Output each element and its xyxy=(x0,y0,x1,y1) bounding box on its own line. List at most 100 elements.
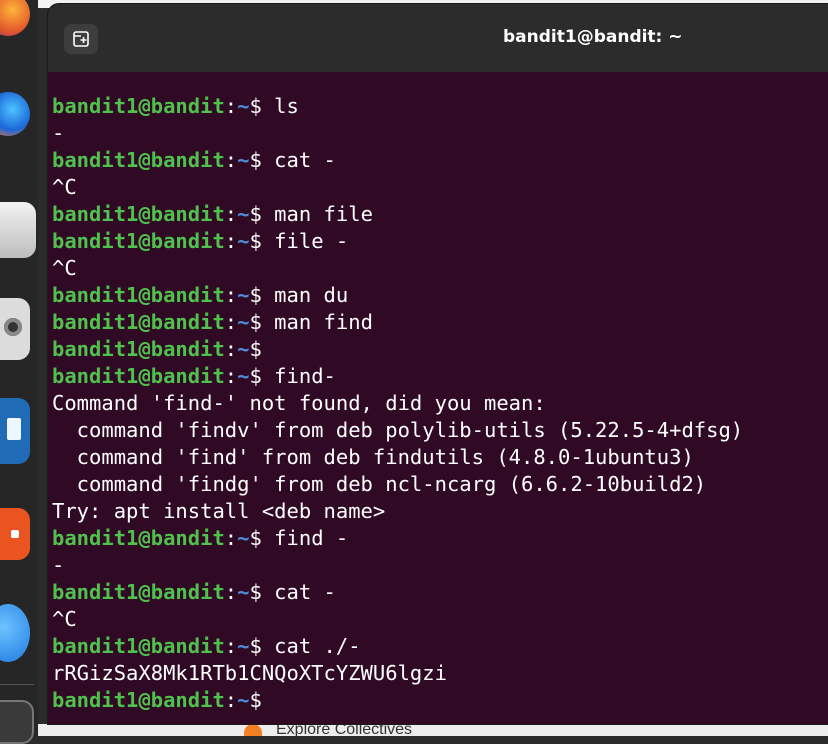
output-text: ^C xyxy=(52,607,77,631)
prompt-line: bandit1@bandit:~$ man du xyxy=(52,282,828,309)
prompt-separator: : xyxy=(224,580,238,604)
output-line: command 'findg' from deb ncl-ncarg (6.6.… xyxy=(52,471,828,498)
files-dock-icon[interactable] xyxy=(0,202,36,258)
firefox-browser-dock-icon[interactable] xyxy=(0,92,30,136)
prompt-path: ~ xyxy=(237,148,250,172)
prompt-user: bandit1@bandit xyxy=(52,310,225,334)
prompt-symbol: $ xyxy=(249,202,262,226)
prompt-user: bandit1@bandit xyxy=(52,526,225,550)
prompt-path: ~ xyxy=(237,580,250,604)
prompt-separator: : xyxy=(224,148,238,172)
stackoverflow-icon xyxy=(244,724,262,736)
prompt-user: bandit1@bandit xyxy=(52,202,225,226)
prompt-path: ~ xyxy=(237,202,250,226)
prompt-path: ~ xyxy=(237,229,250,253)
prompt-path: ~ xyxy=(237,634,250,658)
output-text: command 'findg' from deb ncl-ncarg (6.6.… xyxy=(52,472,707,496)
output-line: - xyxy=(52,120,828,147)
prompt-separator: : xyxy=(224,283,238,307)
prompt-user: bandit1@bandit xyxy=(52,337,225,361)
command-text: man file xyxy=(261,202,373,226)
terminal-dock-icon[interactable] xyxy=(0,700,34,744)
prompt-symbol: $ xyxy=(249,634,262,658)
prompt-separator: : xyxy=(224,337,238,361)
prompt-path: ~ xyxy=(237,94,250,118)
command-text: find - xyxy=(261,526,349,550)
prompt-path: ~ xyxy=(237,364,250,388)
prompt-user: bandit1@bandit xyxy=(52,634,225,658)
prompt-separator: : xyxy=(224,526,238,550)
terminal-output[interactable]: bandit1@bandit:~$ ls - bandit1@bandit:~$ c… xyxy=(52,93,828,724)
firefox-dock-icon[interactable] xyxy=(0,0,30,36)
command-text xyxy=(262,688,274,712)
prompt-user: bandit1@bandit xyxy=(52,283,225,307)
prompt-symbol: $ xyxy=(249,148,262,172)
command-text: cat - xyxy=(261,148,336,172)
prompt-user: bandit1@bandit xyxy=(52,94,225,118)
output-text: command 'find' from deb findutils (4.8.0… xyxy=(52,445,694,469)
output-line: rRGizSaX8Mk1RTb1CNQoXTcYZWU6lgzi xyxy=(52,660,828,687)
new-tab-button[interactable] xyxy=(64,24,98,54)
prompt-symbol: $ xyxy=(249,580,262,604)
writer-dock-icon[interactable] xyxy=(0,398,30,464)
terminal-window: bandit1@bandit: ~ bandit1@bandit:~$ ls - b… xyxy=(48,4,828,724)
window-title: bandit1@bandit: ~ xyxy=(503,27,683,47)
output-text: rRGizSaX8Mk1RTb1CNQoXTcYZWU6lgzi xyxy=(52,661,447,685)
prompt-path: ~ xyxy=(237,337,250,361)
prompt-user: bandit1@bandit xyxy=(52,580,225,604)
prompt-symbol: $ xyxy=(249,337,262,361)
prompt-line: bandit1@bandit:~$ cat - xyxy=(52,579,828,606)
title-bar: bandit1@bandit: ~ xyxy=(48,4,828,72)
command-text: file - xyxy=(261,229,349,253)
prompt-line: bandit1@bandit:~$ man find xyxy=(52,309,828,336)
command-text: ls xyxy=(261,94,299,118)
prompt-symbol: $ xyxy=(249,364,262,388)
dock-separator xyxy=(0,684,34,685)
background-link-label[interactable]: Explore Collectives xyxy=(276,724,412,736)
prompt-separator: : xyxy=(224,94,238,118)
camera-dock-icon[interactable] xyxy=(0,298,30,360)
prompt-line: bandit1@bandit:~$ xyxy=(52,687,828,714)
prompt-user: bandit1@bandit xyxy=(52,148,225,172)
software-dock-icon[interactable] xyxy=(0,508,30,560)
prompt-separator: : xyxy=(224,202,238,226)
command-text: find- xyxy=(261,364,336,388)
output-line: command 'find' from deb findutils (4.8.0… xyxy=(52,444,828,471)
prompt-line: bandit1@bandit:~$ ls xyxy=(52,93,828,120)
output-text: Command 'find-' not found, did you mean: xyxy=(52,391,546,415)
prompt-symbol: $ xyxy=(249,526,262,550)
help-dock-icon[interactable] xyxy=(0,604,30,662)
new-tab-icon xyxy=(73,31,89,47)
prompt-line: bandit1@bandit:~$ find- xyxy=(52,363,828,390)
output-text: command 'findv' from deb polylib-utils (… xyxy=(52,418,744,442)
output-line: Command 'find-' not found, did you mean: xyxy=(52,390,828,417)
prompt-line: bandit1@bandit:~$ file - xyxy=(52,228,828,255)
command-text: cat ./- xyxy=(261,634,361,658)
output-text: ^C xyxy=(52,175,77,199)
prompt-path: ~ xyxy=(237,283,250,307)
prompt-line: bandit1@bandit:~$ cat - xyxy=(52,147,828,174)
command-text: cat - xyxy=(261,580,336,604)
output-text: - xyxy=(52,553,65,577)
prompt-symbol: $ xyxy=(249,94,262,118)
prompt-symbol: $ xyxy=(249,283,262,307)
prompt-user: bandit1@bandit xyxy=(52,688,225,712)
prompt-separator: : xyxy=(224,688,238,712)
ubuntu-dock xyxy=(0,0,38,744)
prompt-line: bandit1@bandit:~$ xyxy=(52,336,828,363)
prompt-path: ~ xyxy=(237,688,250,712)
prompt-user: bandit1@bandit xyxy=(52,364,225,388)
output-line: command 'findv' from deb polylib-utils (… xyxy=(52,417,828,444)
prompt-symbol: $ xyxy=(249,688,262,712)
background-window-bottom xyxy=(38,724,828,736)
prompt-symbol: $ xyxy=(249,310,262,334)
output-text: - xyxy=(52,121,65,145)
prompt-user: bandit1@bandit xyxy=(52,229,225,253)
prompt-line: bandit1@bandit:~$ cat ./- xyxy=(52,633,828,660)
command-text: man du xyxy=(261,283,349,307)
prompt-line: bandit1@bandit:~$ man file xyxy=(52,201,828,228)
prompt-path: ~ xyxy=(237,310,250,334)
output-line: - xyxy=(52,552,828,579)
prompt-separator: : xyxy=(224,310,238,334)
prompt-separator: : xyxy=(224,634,238,658)
